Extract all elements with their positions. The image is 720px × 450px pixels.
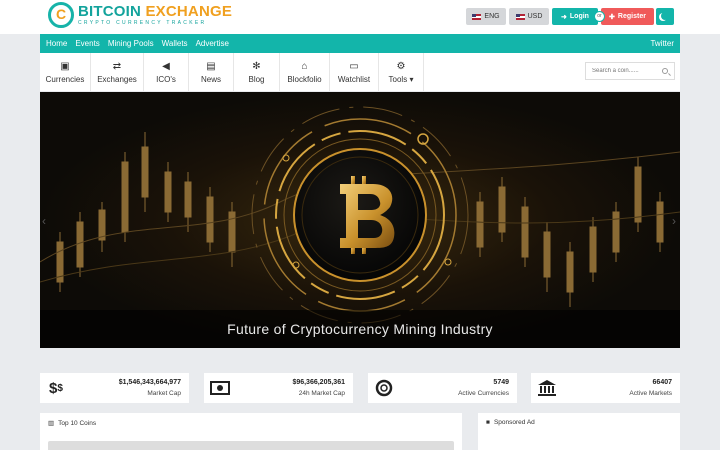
menu-item-blockfolio[interactable]: ⌂ Blockfolio [280,53,330,91]
menu-item-currencies[interactable]: ▣ Currencies [40,53,91,91]
stat-label: Active Markets [629,390,672,397]
menu-label: Tools [388,74,408,84]
menu-label: Watchlist [337,74,371,84]
icon-menu: ▣ Currencies ⇄ Exchanges ◀ ICO's ▤ News … [40,53,680,91]
carousel-next-icon[interactable]: › [672,214,676,228]
logo-coin-icon [48,2,74,28]
stat-active-currencies: 5749 Active Currencies [368,373,517,403]
login-button[interactable]: ➜ Login [552,8,598,25]
logo-title-part1: BITCOIN [78,3,142,20]
menu-label: Currencies [45,74,85,84]
cogs-icon: ⚙ [396,60,406,72]
carousel-prev-icon[interactable]: ‹ [42,214,46,228]
stat-label: 24h Market Cap [298,390,345,397]
menu-item-icos[interactable]: ◀ ICO's [144,53,189,91]
stat-label: Active Currencies [458,390,509,397]
currency-label: USD [527,13,543,20]
menu-item-blog[interactable]: ✻ Blog [234,53,280,91]
uk-flag-icon [472,13,482,20]
search-icon [662,68,668,74]
banknote-icon [210,378,230,398]
dollar-icon: $ $ [49,379,63,397]
stat-24h-market-cap: $96,366,205,361 24h Market Cap [204,373,353,403]
stat-value: 5749 [493,379,509,386]
money-icon: ▣ [60,60,70,72]
newspaper-icon: ▤ [206,60,216,72]
language-selector[interactable]: ENG [466,8,506,25]
us-flag-icon [515,13,525,20]
menu-label: Blog [248,74,265,84]
panel-title: Top 10 Coins [58,419,97,427]
menu-item-exchanges[interactable]: ⇄ Exchanges [91,53,144,91]
monitor-icon: ▭ [349,60,359,72]
stat-value: $1,546,343,664,977 [118,379,181,386]
hero-banner[interactable]: ‹ › Future of Cryptocurrency Mining Indu… [40,92,680,348]
stat-active-markets: 66407 Active Markets [531,373,680,403]
loading-placeholder [48,441,454,450]
stat-market-cap: $ $ $1,546,343,664,977 Market Cap [40,373,189,403]
stat-label: Market Cap [147,390,181,397]
exchange-icon: ⇄ [112,60,122,72]
menu-label: News [200,74,221,84]
bank-icon: ⌂ [301,60,308,72]
logo-tagline: CRYPTO CURRENCY TRACKER [78,20,207,26]
menu-label: ICO's [156,74,176,84]
bar-chart-icon: ▥ [48,420,55,427]
caret-down-icon: ▾ [409,74,414,84]
nav-advertise[interactable]: Advertise [196,39,229,48]
menu-label: Exchanges [97,74,137,84]
menu-item-news[interactable]: ▤ News [189,53,234,91]
stat-value: $96,366,205,361 [292,379,345,386]
site-logo[interactable]: BITCOIN EXCHANGE CRYPTO CURRENCY TRACKER [48,2,232,28]
tools-label-wrap: Tools ▾ [389,75,414,84]
login-icon: ➜ [561,13,567,21]
currency-selector[interactable]: USD [509,8,549,25]
nav-home[interactable]: Home [46,39,67,48]
search-input[interactable] [592,68,652,74]
logo-title-part2: EXCHANGE [145,3,233,20]
login-label: Login [569,13,589,20]
square-icon: ■ [486,419,490,426]
megaphone-icon: ◀ [162,60,170,72]
or-badge: or [594,11,605,22]
nav-events[interactable]: Events [75,39,99,48]
menu-item-watchlist[interactable]: ▭ Watchlist [330,53,379,91]
coin-search[interactable] [585,62,675,80]
menu-item-tools[interactable]: ⚙ Tools ▾ [379,53,424,91]
add-user-icon: ✚ [609,13,615,21]
menu-label: Blockfolio [287,74,322,84]
lifebuoy-icon [374,378,394,398]
nav-twitter[interactable]: Twitter [650,39,674,48]
main-navbar: Home Events Mining Pools Wallets Adverti… [40,34,680,53]
nav-mining-pools[interactable]: Mining Pools [108,39,154,48]
nav-wallets[interactable]: Wallets [162,39,188,48]
language-label: ENG [484,13,500,20]
pinwheel-icon: ✻ [252,60,261,72]
top-coins-panel: ▥ Top 10 Coins [40,413,462,450]
stat-value: 66407 [652,379,672,386]
register-button[interactable]: ✚ Register [601,8,654,25]
site-header: BITCOIN EXCHANGE CRYPTO CURRENCY TRACKER… [0,0,720,34]
register-label: Register [617,13,646,20]
hero-caption: Future of Cryptocurrency Mining Industry [40,310,680,348]
panel-title: Sponsored Ad [493,419,535,426]
bank-icon [537,378,557,398]
sponsored-ad-panel: ■ Sponsored Ad [478,413,680,450]
dark-mode-toggle[interactable] [656,8,674,25]
